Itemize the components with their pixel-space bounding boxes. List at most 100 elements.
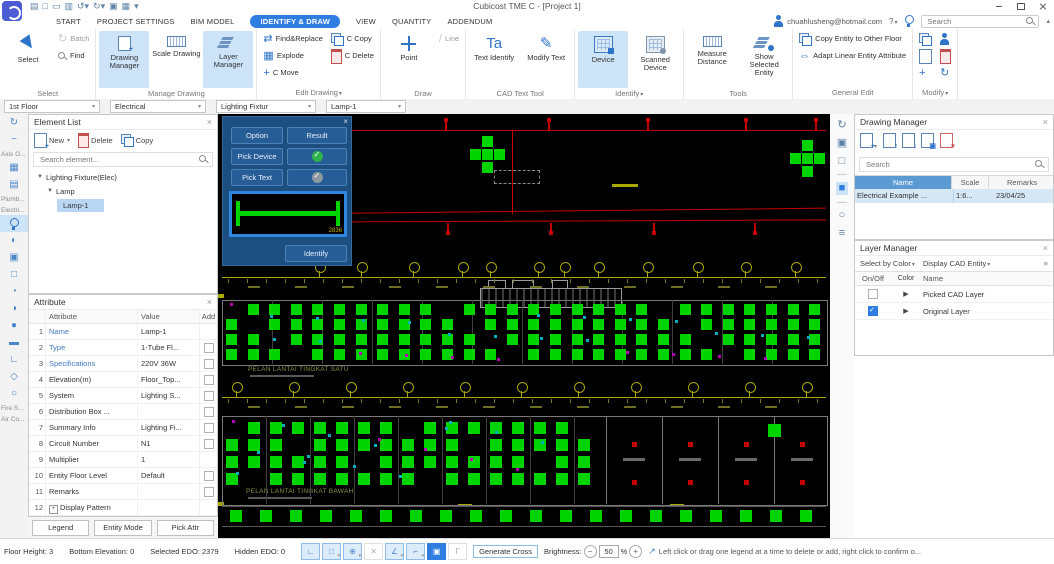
attribute-value[interactable] [137,484,199,499]
scanned-device-button[interactable]: Scanned Device [630,31,680,88]
tips-icon[interactable] [904,15,914,27]
add-checkbox[interactable] [204,439,214,449]
layer-row[interactable]: ▶Picked CAD Layer [855,286,1053,303]
layer-visibility-checkbox[interactable] [868,306,878,316]
explode-button[interactable]: ▦Explode [260,48,325,64]
rail-equipment-icon[interactable]: ◇ [0,368,28,385]
orbit-toggle[interactable]: ⊕▾ [343,543,362,560]
pan-icon[interactable]: ▣ [837,138,847,149]
maximize-button[interactable] [1010,0,1032,13]
option-button[interactable]: Option [231,127,283,144]
tab-start[interactable]: START [56,17,81,26]
search-icon[interactable] [199,155,208,164]
collapse-ribbon-icon[interactable]: ▴ [1046,17,1050,25]
app-logo-icon[interactable] [2,1,22,21]
adapt-linear-entity-attribute-button[interactable]: ⇔Adapt Linear Entity Attribute [796,48,909,64]
undo-button[interactable]: ↺▾ [77,2,89,11]
zoom-window-icon[interactable]: □ [839,156,846,167]
ortho-toggle[interactable]: ∟ [301,543,320,560]
rail-socket-icon[interactable]: □ [0,266,28,283]
scale-drawing-button[interactable]: Scale Drawing [151,31,201,88]
add-checkbox[interactable] [204,391,214,401]
pick-attr-button[interactable]: Pick Attr [157,520,214,536]
help-button[interactable]: ? [889,17,897,26]
save-icon[interactable]: ▤ [30,2,39,11]
tree-node-category[interactable]: ▼Lighting Fixture(Elec) [29,170,217,184]
search-input[interactable] [925,16,1023,27]
expand-icon[interactable]: + [49,505,58,514]
c-copy-button[interactable]: C Copy [328,31,377,47]
device-button[interactable]: Device [578,31,628,88]
pick-device-button[interactable]: Pick Device [231,148,283,165]
pick-text-status-button[interactable] [287,169,347,186]
print-icon[interactable]: ▥ [64,2,73,11]
display-cad-entity-button[interactable]: Display CAD Entity [923,259,990,268]
tree-node-group[interactable]: ▼Lamp [29,184,217,198]
legend-button[interactable]: Legend [32,520,89,536]
attribute-value[interactable]: 1-Tube Fl... [137,340,199,355]
rail-lighting-fixture-icon[interactable] [0,215,28,232]
close-icon[interactable] [343,117,348,126]
drawing-row[interactable]: Electrical Example ...1:6...23/04/25 [855,189,1053,203]
point-button[interactable]: Point [384,31,434,88]
rail-switch-icon[interactable]: ◔ [0,283,28,300]
selected-element[interactable]: Lamp-1 [57,199,104,212]
menu-icon[interactable]: ≡ [1044,259,1048,268]
drawing-remarks[interactable]: 23/04/25 [992,189,1054,203]
view-3d-icon[interactable]: ■ [836,182,849,195]
layer-manager-button[interactable]: Layer Manager [203,31,253,88]
attribute-value[interactable] [137,404,199,419]
tab-bim-model[interactable]: BIM MODEL [191,17,235,26]
add-checkbox[interactable] [204,343,214,353]
add-checkbox[interactable] [204,375,214,385]
rail-busbar-icon[interactable]: ∟ [0,351,28,368]
attribute-value[interactable]: Floor_Top... [137,372,199,387]
drawing-search-input[interactable] [864,159,1035,170]
result-button[interactable]: Result [287,127,347,144]
close-icon[interactable] [207,298,212,307]
find-replace-button[interactable]: ⇄Find&Replace [260,31,325,47]
rail-distribution-box-icon[interactable]: ▣ [0,249,28,266]
measure-distance-button[interactable]: Measure Distance [687,31,737,88]
modify-delete-button[interactable] [937,48,954,64]
rail-trunking-icon[interactable]: ▬ [0,334,28,351]
import-drawing-button[interactable] [902,133,915,153]
c-delete-button[interactable]: C Delete [328,48,377,64]
rail-refresh-icon[interactable]: ↻ [0,114,28,131]
new-element-button[interactable]: New [34,133,70,148]
drawing-manager-button[interactable]: Drawing Manager [99,31,149,88]
object-snap-toggle[interactable]: □▾ [322,543,341,560]
tab-project-settings[interactable]: PROJECT SETTINGS [97,17,175,26]
tree-node-element[interactable]: Lamp-1 [29,198,217,212]
attribute-value[interactable]: 220V 36W [137,356,199,371]
tab-identify-draw[interactable]: IDENTIFY & DRAW [250,15,340,28]
close-icon[interactable] [1043,244,1048,253]
layer-color-swatch[interactable]: ▶ [891,290,921,298]
selection-mode-toggle[interactable]: ▣ [427,543,446,560]
rail-grid-settings-icon[interactable]: ▤ [0,176,28,193]
attribute-value[interactable]: Lamp-1 [137,324,199,339]
element-search-input[interactable] [38,154,199,165]
attribute-value[interactable] [137,500,199,515]
add-checkbox[interactable] [204,423,214,433]
copy-element-button[interactable]: Copy [121,134,154,147]
identify-button[interactable]: Identify [285,245,347,262]
open-folder-icon[interactable]: ▭ [52,2,61,11]
element-selector[interactable]: Lamp-1 [326,100,406,113]
rail-collapse-icon[interactable]: − [0,131,28,148]
tab-quantity[interactable]: QUANTITY [392,17,432,26]
redo-button[interactable]: ↻▾ [93,2,105,11]
layer-visibility-checkbox[interactable] [868,289,878,299]
tab-view[interactable]: VIEW [356,17,376,26]
layer-color-swatch[interactable]: ▶ [891,307,921,315]
brightness-decrease-button[interactable]: − [584,545,597,558]
add-checkbox[interactable] [204,487,214,497]
list-icon[interactable]: ≡ [839,228,845,239]
close-icon[interactable] [207,118,212,127]
modify-match-button[interactable] [937,31,954,47]
layout-icon[interactable]: ▦ [122,2,131,11]
category-selector[interactable]: Lighting Fixtur [216,100,316,113]
entity-mode-button[interactable]: Entity Mode [94,520,151,536]
floor-selector[interactable]: 1st Floor [4,100,100,113]
modify-text-button[interactable]: ✎Modify Text [521,31,571,88]
